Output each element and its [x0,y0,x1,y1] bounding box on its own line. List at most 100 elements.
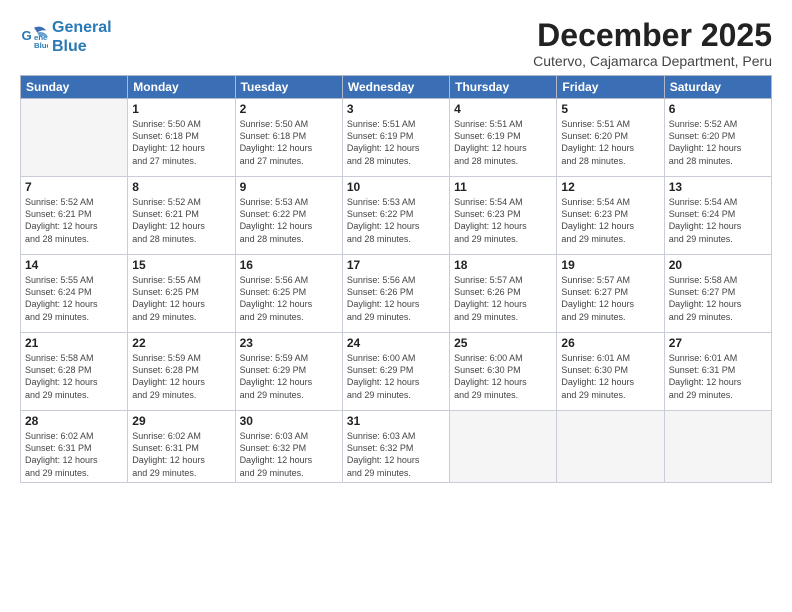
page: G eneral Blue General Blue December 2025… [0,0,792,612]
table-row: 14 Sunrise: 5:55 AM Sunset: 6:24 PM Dayli… [21,255,128,333]
day-number: 6 [669,102,767,116]
day-info: Sunrise: 5:56 AM Sunset: 6:26 PM Dayligh… [347,274,445,323]
header: G eneral Blue General Blue December 2025… [20,18,772,69]
day-info: Sunrise: 6:00 AM Sunset: 6:30 PM Dayligh… [454,352,552,401]
day-info: Sunrise: 5:57 AM Sunset: 6:26 PM Dayligh… [454,274,552,323]
day-info: Sunrise: 5:51 AM Sunset: 6:20 PM Dayligh… [561,118,659,167]
day-number: 28 [25,414,123,428]
table-row: 21 Sunrise: 5:58 AM Sunset: 6:28 PM Dayli… [21,333,128,411]
table-row: 1Sunrise: 5:50 AM Sunset: 6:18 PM Daylig… [128,99,235,177]
col-tuesday: Tuesday [235,76,342,99]
table-row: 22 Sunrise: 5:59 AM Sunset: 6:28 PM Dayli… [128,333,235,411]
table-row: 9Sunrise: 5:53 AM Sunset: 6:22 PM Daylig… [235,177,342,255]
day-number: 23 [240,336,338,350]
day-number: 14 [25,258,123,272]
day-info: Sunrise: 5:56 AM Sunset: 6:25 PM Dayligh… [240,274,338,323]
day-info: Sunrise: 6:02 AM Sunset: 6:31 PM Dayligh… [132,430,230,479]
table-row: 17Sunrise: 5:56 AM Sunset: 6:26 PM Dayli… [342,255,449,333]
day-info: Sunrise: 5:57 AM Sunset: 6:27 PM Dayligh… [561,274,659,323]
day-info: Sunrise: 5:58 AM Sunset: 6:28 PM Dayligh… [25,352,123,401]
day-number: 18 [454,258,552,272]
day-number: 27 [669,336,767,350]
location-subtitle: Cutervo, Cajamarca Department, Peru [533,53,772,69]
table-row: 12 Sunrise: 5:54 AM Sunset: 6:23 PM Dayli… [557,177,664,255]
day-info: Sunrise: 5:58 AM Sunset: 6:27 PM Dayligh… [669,274,767,323]
day-number: 24 [347,336,445,350]
day-number: 21 [25,336,123,350]
day-info: Sunrise: 5:52 AM Sunset: 6:21 PM Dayligh… [132,196,230,245]
col-thursday: Thursday [450,76,557,99]
table-row: 20Sunrise: 5:58 AM Sunset: 6:27 PM Dayli… [664,255,771,333]
day-number: 22 [132,336,230,350]
logo-icon: G eneral Blue [20,23,48,51]
day-number: 25 [454,336,552,350]
day-info: Sunrise: 5:51 AM Sunset: 6:19 PM Dayligh… [454,118,552,167]
logo-text-line1: General [52,18,112,37]
title-block: December 2025 Cutervo, Cajamarca Departm… [533,18,772,69]
table-row: 30Sunrise: 6:03 AM Sunset: 6:32 PM Dayli… [235,411,342,483]
table-row: 5 Sunrise: 5:51 AM Sunset: 6:20 PM Daylig… [557,99,664,177]
table-row: 10 Sunrise: 5:53 AM Sunset: 6:22 PM Dayli… [342,177,449,255]
svg-text:Blue: Blue [34,41,48,50]
table-row: 2 Sunrise: 5:50 AM Sunset: 6:18 PM Daylig… [235,99,342,177]
table-row: 6Sunrise: 5:52 AM Sunset: 6:20 PM Daylig… [664,99,771,177]
day-number: 16 [240,258,338,272]
table-row: 13Sunrise: 5:54 AM Sunset: 6:24 PM Dayli… [664,177,771,255]
day-info: Sunrise: 6:03 AM Sunset: 6:32 PM Dayligh… [240,430,338,479]
col-wednesday: Wednesday [342,76,449,99]
day-number: 10 [347,180,445,194]
table-row: 31 Sunrise: 6:03 AM Sunset: 6:32 PM Dayli… [342,411,449,483]
day-info: Sunrise: 6:02 AM Sunset: 6:31 PM Dayligh… [25,430,123,479]
table-row: 27Sunrise: 6:01 AM Sunset: 6:31 PM Dayli… [664,333,771,411]
day-number: 3 [347,102,445,116]
day-number: 9 [240,180,338,194]
table-row: 26Sunrise: 6:01 AM Sunset: 6:30 PM Dayli… [557,333,664,411]
day-info: Sunrise: 5:59 AM Sunset: 6:29 PM Dayligh… [240,352,338,401]
table-row: 19Sunrise: 5:57 AM Sunset: 6:27 PM Dayli… [557,255,664,333]
day-number: 31 [347,414,445,428]
col-sunday: Sunday [21,76,128,99]
day-info: Sunrise: 5:54 AM Sunset: 6:23 PM Dayligh… [454,196,552,245]
day-number: 4 [454,102,552,116]
col-saturday: Saturday [664,76,771,99]
day-info: Sunrise: 5:50 AM Sunset: 6:18 PM Dayligh… [132,118,230,167]
day-number: 13 [669,180,767,194]
day-number: 7 [25,180,123,194]
table-row: 24Sunrise: 6:00 AM Sunset: 6:29 PM Dayli… [342,333,449,411]
table-row: 15Sunrise: 5:55 AM Sunset: 6:25 PM Dayli… [128,255,235,333]
table-row: 18 Sunrise: 5:57 AM Sunset: 6:26 PM Dayli… [450,255,557,333]
table-row: 4 Sunrise: 5:51 AM Sunset: 6:19 PM Daylig… [450,99,557,177]
day-number: 11 [454,180,552,194]
day-info: Sunrise: 5:53 AM Sunset: 6:22 PM Dayligh… [347,196,445,245]
table-row: 25 Sunrise: 6:00 AM Sunset: 6:30 PM Dayli… [450,333,557,411]
day-info: Sunrise: 5:59 AM Sunset: 6:28 PM Dayligh… [132,352,230,401]
calendar-header-row: Sunday Monday Tuesday Wednesday Thursday… [21,76,772,99]
day-number: 2 [240,102,338,116]
day-number: 12 [561,180,659,194]
day-info: Sunrise: 5:52 AM Sunset: 6:21 PM Dayligh… [25,196,123,245]
table-row: 7 Sunrise: 5:52 AM Sunset: 6:21 PM Daylig… [21,177,128,255]
col-friday: Friday [557,76,664,99]
svg-text:G: G [22,28,32,43]
table-row: 11 Sunrise: 5:54 AM Sunset: 6:23 PM Dayli… [450,177,557,255]
day-number: 15 [132,258,230,272]
day-info: Sunrise: 5:55 AM Sunset: 6:24 PM Dayligh… [25,274,123,323]
day-info: Sunrise: 5:50 AM Sunset: 6:18 PM Dayligh… [240,118,338,167]
table-row [21,99,128,177]
col-monday: Monday [128,76,235,99]
day-info: Sunrise: 6:03 AM Sunset: 6:32 PM Dayligh… [347,430,445,479]
table-row [557,411,664,483]
month-title: December 2025 [533,18,772,53]
table-row: 28 Sunrise: 6:02 AM Sunset: 6:31 PM Dayli… [21,411,128,483]
table-row: 3Sunrise: 5:51 AM Sunset: 6:19 PM Daylig… [342,99,449,177]
logo-text-line2: Blue [52,37,112,56]
table-row [664,411,771,483]
logo: G eneral Blue General Blue [20,18,112,56]
table-row: 29Sunrise: 6:02 AM Sunset: 6:31 PM Dayli… [128,411,235,483]
day-info: Sunrise: 5:54 AM Sunset: 6:23 PM Dayligh… [561,196,659,245]
day-info: Sunrise: 6:01 AM Sunset: 6:30 PM Dayligh… [561,352,659,401]
day-number: 5 [561,102,659,116]
table-row: 23 Sunrise: 5:59 AM Sunset: 6:29 PM Dayli… [235,333,342,411]
day-number: 8 [132,180,230,194]
table-row: 16 Sunrise: 5:56 AM Sunset: 6:25 PM Dayli… [235,255,342,333]
